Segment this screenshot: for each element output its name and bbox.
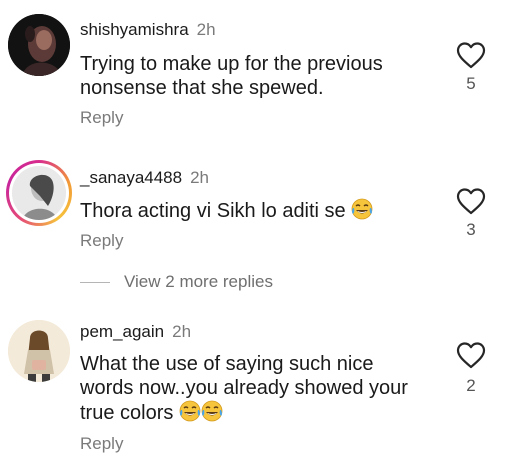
view-more-replies-button[interactable]: View 2 more replies (80, 270, 340, 294)
tears-of-joy-emoji-icon (201, 400, 223, 422)
like-count: 5 (466, 74, 476, 93)
comment-text-line: What the use of saying such nice (80, 353, 374, 375)
replies-divider (80, 282, 110, 283)
comment-username[interactable]: _sanaya4488 (80, 168, 182, 187)
avatar[interactable] (6, 160, 72, 226)
avatar-photo-icon (8, 14, 70, 76)
heart-icon (456, 42, 486, 69)
reply-button[interactable]: Reply (80, 434, 123, 454)
comment-text-line: Trying to make up for the previous (80, 53, 383, 75)
reply-button[interactable]: Reply (80, 108, 123, 128)
comment-timestamp: 2h (196, 20, 216, 39)
like-button[interactable] (454, 40, 488, 70)
heart-icon (456, 342, 486, 369)
comment-text-line-with-emoji: true colors (80, 400, 440, 425)
comment-text-line: true colors (80, 402, 174, 424)
comment-username[interactable]: shishyamishra (80, 20, 189, 39)
comment-text-line: words now..you already showed your (80, 377, 408, 399)
tears-of-joy-emoji-icon (179, 400, 201, 422)
comment-text: Thora acting vi Sikh lo aditi se (80, 198, 440, 223)
like-button[interactable] (454, 186, 488, 216)
heart-icon (456, 188, 486, 215)
avatar-photo-icon (12, 166, 66, 220)
view-more-replies-label: View 2 more replies (124, 272, 273, 291)
like-count: 3 (466, 220, 476, 239)
comment-timestamp: 2h (190, 168, 210, 187)
avatar[interactable] (8, 14, 70, 76)
comment-text-line: nonsense that she spewed. (80, 77, 324, 99)
like-count: 2 (466, 376, 476, 395)
comment-timestamp: 2h (172, 322, 192, 341)
avatar[interactable] (8, 320, 70, 382)
reply-button[interactable]: Reply (80, 231, 123, 251)
comments-page: shishyamishra 2h Trying to make up for th… (0, 0, 512, 468)
tears-of-joy-emoji-icon (351, 198, 373, 220)
comment-text: What the use of saying such nice words n… (80, 352, 440, 425)
comment-text: Trying to make up for the previous nonse… (80, 52, 440, 100)
avatar-illustration-icon (8, 320, 70, 382)
like-button[interactable] (454, 340, 488, 370)
comment-text-line: Thora acting vi Sikh lo aditi se (80, 200, 346, 222)
comment-username[interactable]: pem_again (80, 322, 164, 341)
